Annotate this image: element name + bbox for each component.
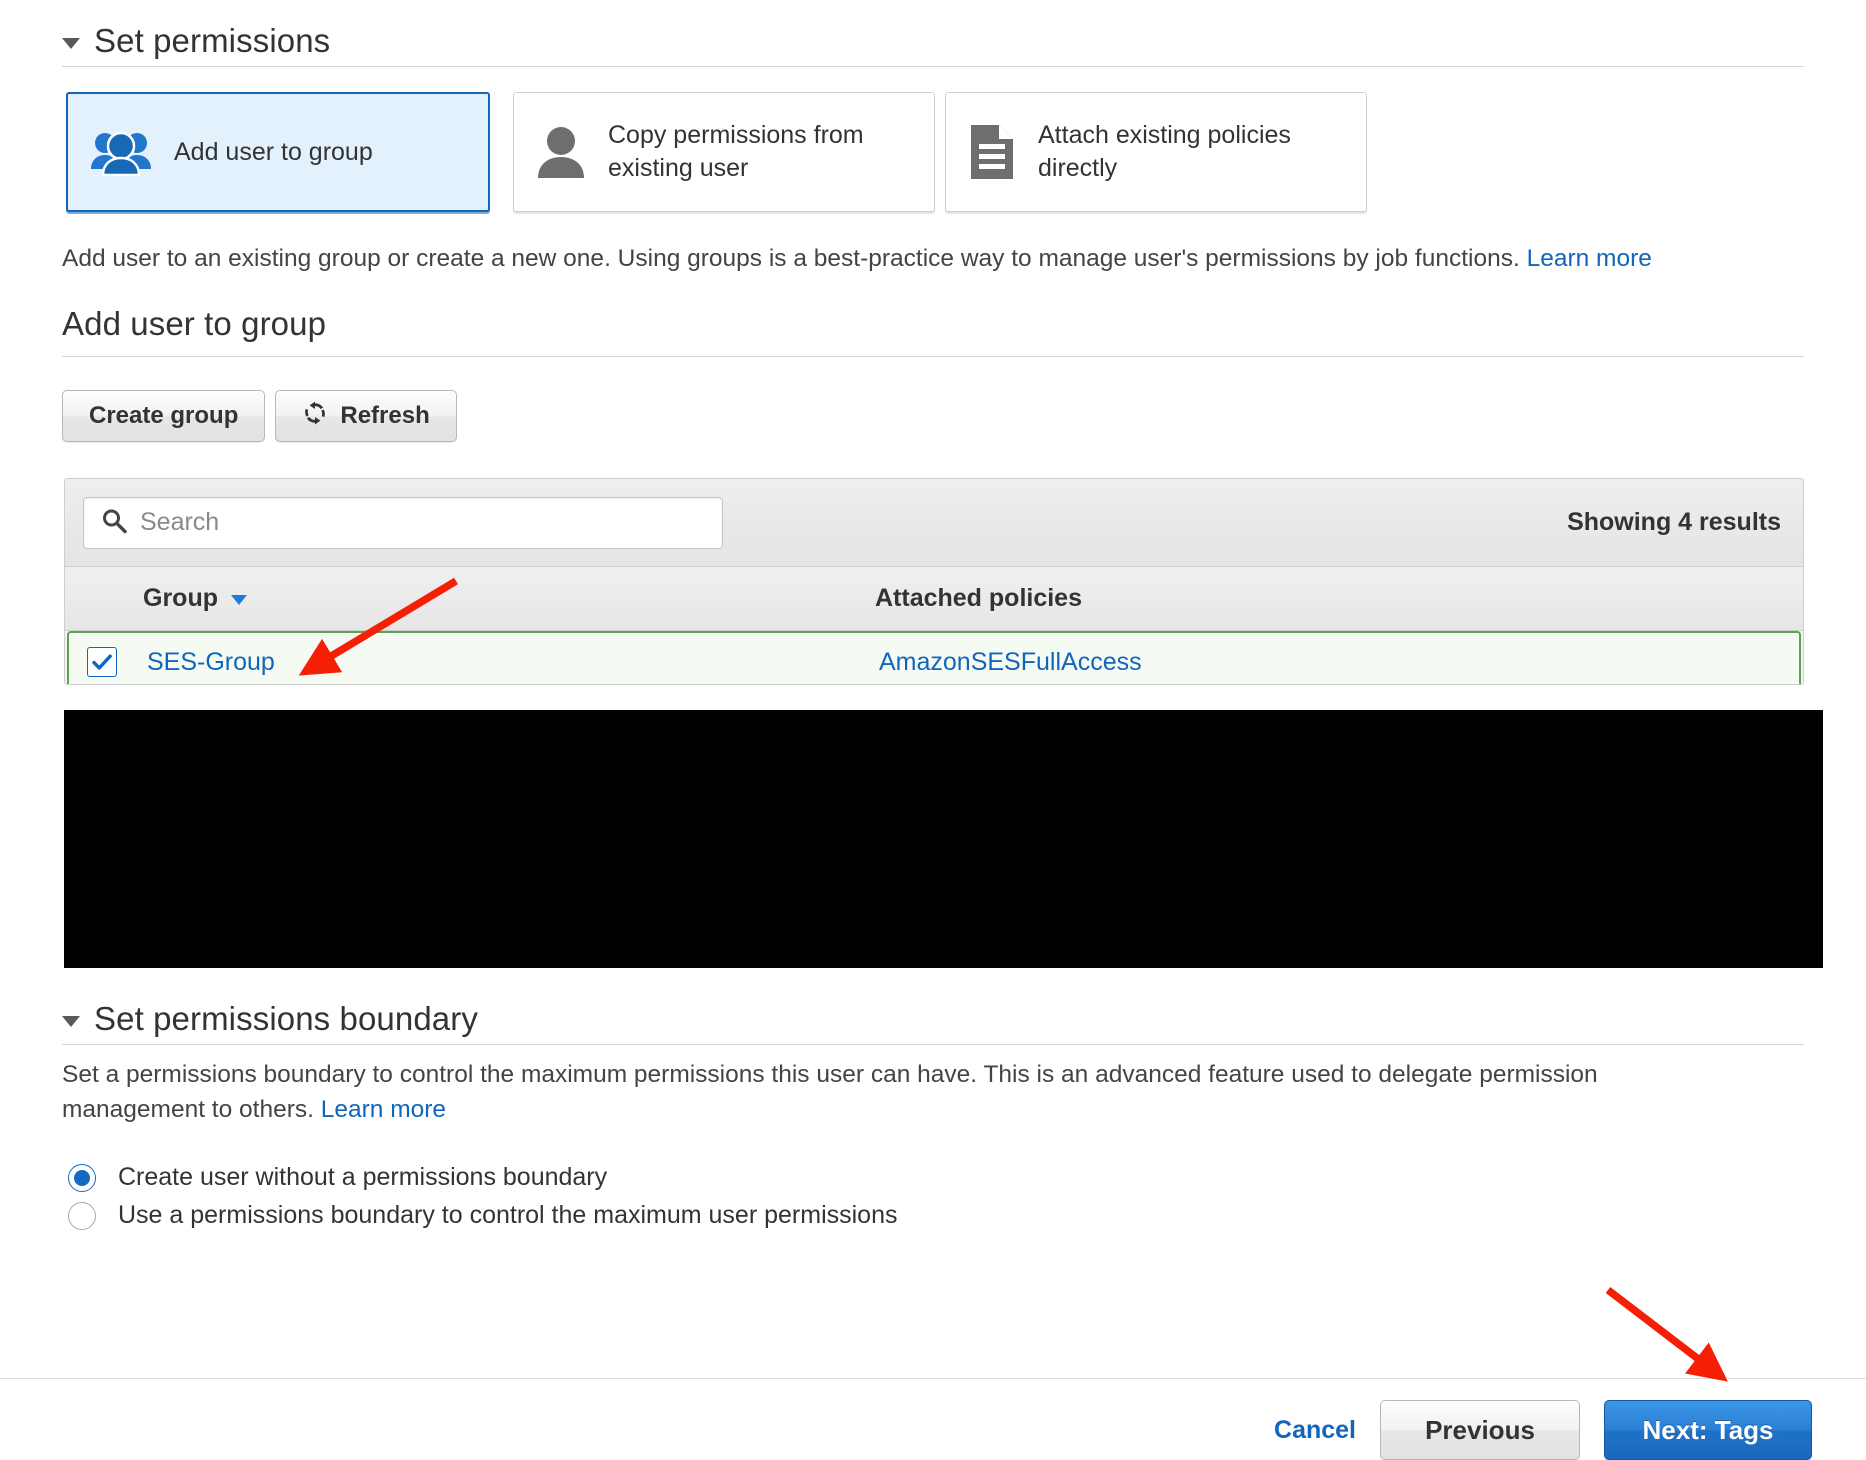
footer-divider (0, 1378, 1866, 1379)
column-header-attached-policies-label: Attached policies (875, 584, 1082, 612)
create-group-button[interactable]: Create group (62, 390, 266, 442)
radio-no-boundary[interactable] (68, 1163, 96, 1192)
annotation-arrow-next-button (1605, 1287, 1728, 1382)
divider (62, 66, 1804, 67)
row-select-cell[interactable] (69, 647, 135, 677)
refresh-button[interactable]: Refresh (275, 390, 457, 442)
option-card-attach-policies[interactable]: Attach existing policies directly (945, 92, 1367, 212)
chevron-down-icon[interactable] (231, 595, 247, 605)
groups-table-toolbar: Showing 4 results (65, 479, 1803, 567)
groups-table-header-row: Group Attached policies (65, 567, 1803, 631)
previous-button[interactable]: Previous (1380, 1400, 1580, 1460)
radio-use-boundary-label[interactable]: Use a permissions boundary to control th… (118, 1201, 897, 1230)
add-user-to-group-title: Add user to group (62, 305, 327, 342)
add-user-to-group-header: Add user to group (62, 305, 326, 343)
set-permissions-title: Set permissions (94, 22, 331, 59)
option-card-label: Attach existing policies directly (1038, 121, 1291, 182)
refresh-label: Refresh (340, 402, 430, 429)
collapse-caret-icon[interactable] (62, 37, 80, 49)
next-tags-button[interactable]: Next: Tags (1604, 1400, 1812, 1460)
divider (62, 1044, 1804, 1045)
iam-create-user-permissions-page: Set permissions Add user to group Copy p… (0, 0, 1866, 1460)
results-count-label: Showing 4 results (1567, 508, 1781, 536)
search-input[interactable] (83, 496, 723, 549)
permissions-description: Add user to an existing group or create … (62, 242, 1822, 277)
set-permissions-boundary-header[interactable]: Set permissions boundary (62, 1000, 478, 1038)
search-field-wrapper[interactable] (83, 496, 723, 549)
row-checkbox[interactable] (87, 647, 117, 677)
option-card-label: Add user to group (174, 137, 373, 166)
radio-use-boundary[interactable] (68, 1201, 96, 1230)
wizard-footer-actions: Cancel Previous Next: Tags (1274, 1400, 1812, 1460)
set-permissions-boundary-title: Set permissions boundary (94, 1000, 478, 1037)
option-card-add-user-to-group[interactable]: Add user to group (66, 92, 490, 212)
row-group-cell: SES-Group (135, 648, 871, 677)
groups-table-panel: Showing 4 results Group Attached policie… (64, 478, 1804, 685)
group-actions-toolbar: Create group Refresh (62, 390, 457, 442)
user-icon (536, 125, 586, 179)
permissions-description-text: Add user to an existing group or create … (62, 245, 1520, 272)
option-card-copy-permissions[interactable]: Copy permissions from existing user (513, 92, 935, 212)
row-policies-cell: AmazonSESFullAccess (871, 648, 1799, 677)
document-icon (968, 122, 1016, 182)
cancel-button[interactable]: Cancel (1274, 1416, 1356, 1445)
column-header-group-label: Group (143, 584, 218, 612)
boundary-learn-more-link[interactable]: Learn more (321, 1096, 446, 1123)
radio-no-boundary-label[interactable]: Create user without a permissions bounda… (118, 1163, 607, 1192)
collapse-caret-icon[interactable] (62, 1015, 80, 1027)
attached-policy-link[interactable]: AmazonSESFullAccess (879, 648, 1142, 676)
users-group-icon (90, 128, 152, 176)
permissions-learn-more-link[interactable]: Learn more (1527, 245, 1652, 272)
boundary-option-use-boundary[interactable]: Use a permissions boundary to control th… (68, 1201, 897, 1230)
set-permissions-header[interactable]: Set permissions (62, 22, 330, 60)
boundary-description-text: Set a permissions boundary to control th… (62, 1061, 1598, 1123)
column-header-group[interactable]: Group (131, 584, 867, 613)
boundary-option-no-boundary[interactable]: Create user without a permissions bounda… (68, 1163, 607, 1192)
column-header-attached-policies[interactable]: Attached policies (867, 584, 1803, 613)
table-row[interactable]: SES-Group AmazonSESFullAccess (67, 631, 1801, 684)
refresh-icon (302, 400, 328, 433)
redacted-region (64, 710, 1823, 968)
boundary-description: Set a permissions boundary to control th… (62, 1058, 1702, 1128)
group-name-link[interactable]: SES-Group (147, 648, 275, 676)
option-card-label: Copy permissions from existing user (608, 121, 864, 182)
divider (62, 356, 1804, 357)
